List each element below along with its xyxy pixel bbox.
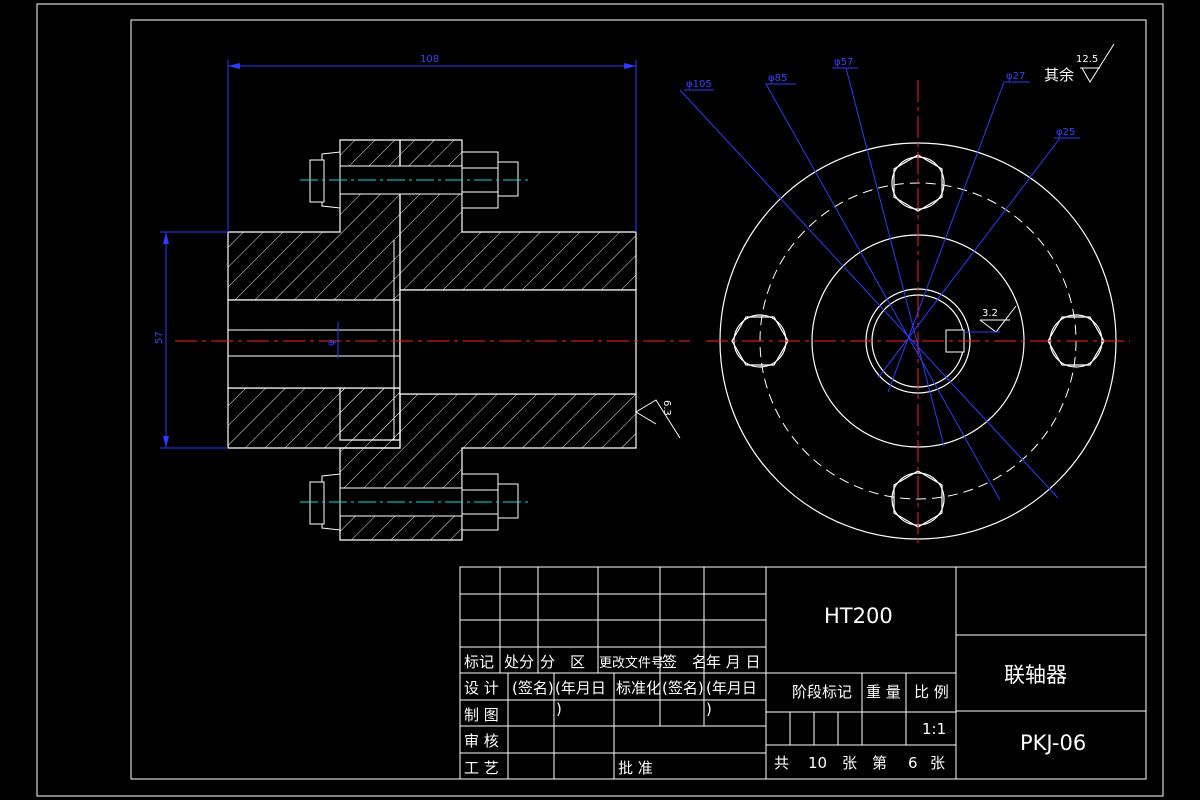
dim-left-height: 57	[154, 331, 165, 344]
dim-d57: φ57	[834, 57, 853, 68]
roughness-rest-label: 其余	[1044, 66, 1074, 84]
row-design-std: 标准化	[616, 679, 661, 697]
header-zone: 分 区	[540, 653, 585, 671]
end-view	[679, 43, 1130, 548]
coupling-drawing: 108 57 φ 6.3 φ105 φ85 φ57 φ27 φ25 3.2 其余…	[36, 3, 1164, 797]
dim-d27: φ27	[1006, 71, 1025, 82]
row-design-date: (年月日	[555, 679, 606, 697]
sheet-num-pre: 第	[872, 754, 887, 772]
sheet-total: 10	[808, 754, 827, 772]
header-count: 处分	[504, 653, 534, 671]
row-craft-approve: 批 准	[618, 759, 653, 777]
header-date: 年 月 日	[706, 653, 761, 671]
roughness-key: 3.2	[982, 308, 998, 319]
part-name: 联轴器	[1004, 663, 1067, 687]
dim-outer-dia: φ105	[686, 79, 712, 90]
sheet-num-post: 张	[930, 754, 945, 772]
sheet-total-post: 张	[842, 754, 857, 772]
dim-length: 108	[420, 54, 439, 65]
row-draw-paren1: )	[556, 700, 562, 718]
roughness-main: 6.3	[661, 400, 672, 416]
row-draw-label: 制 图	[464, 706, 499, 724]
header-mark: 标记	[464, 653, 494, 671]
material: HT200	[824, 604, 893, 628]
dim-shaft-dia: φ	[326, 339, 337, 346]
scale-label: 比 例	[914, 683, 949, 701]
weight-label: 重 量	[866, 683, 901, 701]
row-design-date2: (年月日	[706, 679, 757, 697]
dim-d25: φ25	[1056, 127, 1075, 138]
row-design-sig: (签名)	[512, 679, 554, 697]
row-design-sig2: (签名)	[662, 679, 704, 697]
sheet-num: 6	[908, 754, 918, 772]
drawing-number: PKJ-06	[1020, 731, 1086, 755]
roughness-rest: 12.5	[1076, 54, 1098, 65]
row-review-label: 审 核	[464, 732, 499, 750]
scale-value: 1:1	[922, 720, 946, 738]
dim-d85: φ85	[768, 73, 787, 84]
row-draw-paren2: )	[706, 700, 712, 718]
header-signature: 签 名	[662, 653, 707, 671]
sheet-total-pre: 共	[774, 754, 789, 772]
section-view	[160, 60, 690, 541]
row-design-label: 设 计	[464, 679, 499, 697]
row-craft-label: 工 艺	[464, 759, 499, 777]
header-change-doc: 更改文件号	[599, 656, 664, 671]
stage-label: 阶段标记	[792, 683, 852, 701]
